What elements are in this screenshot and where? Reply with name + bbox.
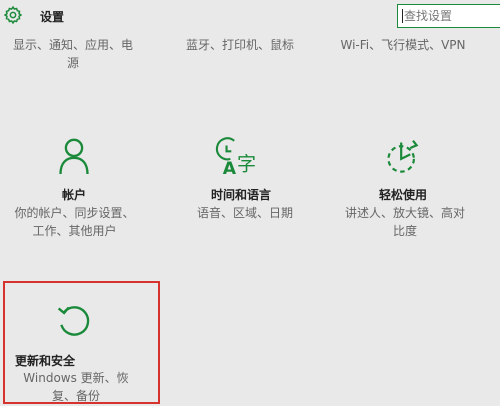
tile-ease-of-access-title: 轻松使用 [379,188,428,202]
person-icon [59,138,89,175]
tile-time-language-desc: 语音、区域、日期 [180,204,310,222]
svg-text:A: A [223,159,237,178]
text-cursor [402,9,403,23]
tile-update-security-desc-line1: Windows 更新、恢 [23,371,129,385]
tile-network-desc-line1: Wi-Fi、飞行模式、VPN [340,38,466,52]
tile-time-language-desc-line1: 语音、区域、日期 [196,206,293,220]
time-language-icon: A 字 [215,137,256,178]
tile-accounts-title: 帐户 [62,188,87,202]
page-title: 设置 [40,10,65,24]
tile-accounts[interactable]: 帐户 你的帐户、同步设置、 工作、其他用户 [0,130,160,240]
tile-system-desc-line2: 源 [66,56,79,70]
tile-devices-desc[interactable]: 蓝牙、打印机、鼠标 [180,36,300,54]
tile-time-language[interactable]: A 字 时间和语言 语音、区域、日期 [175,130,315,230]
tile-ease-of-access[interactable]: 轻松使用 讲述人、放大镜、高对 比度 [335,130,475,240]
tile-time-language-title: 时间和语言 [211,188,272,202]
tile-system-desc[interactable]: 显示、通知、应用、电 源 [8,36,138,72]
tile-ease-of-access-desc-line1: 讲述人、放大镜、高对 [344,206,465,220]
gear-icon [3,5,23,25]
search-input[interactable] [404,8,496,24]
tile-update-security[interactable]: 更新和安全 Windows 更新、恢 复、备份 [5,283,158,405]
search-box[interactable] [397,4,500,28]
tile-ease-of-access-desc: 讲述人、放大镜、高对 比度 [335,204,475,240]
tile-accounts-desc-line2: 工作、其他用户 [32,224,117,238]
tile-update-security-title: 更新和安全 [15,354,76,368]
tile-devices-desc-line1: 蓝牙、打印机、鼠标 [185,38,294,52]
title-bar: 设置 [0,0,500,34]
tile-system-desc-line1: 显示、通知、应用、电 [12,38,133,52]
update-icon [57,306,90,336]
svg-text:字: 字 [237,152,256,175]
tile-network-desc[interactable]: Wi-Fi、飞行模式、VPN [333,36,473,54]
tile-accounts-desc: 你的帐户、同步设置、 工作、其他用户 [7,204,142,240]
tile-update-security-desc-line2: 复、备份 [51,389,100,403]
tile-update-security-desc: Windows 更新、恢 复、备份 [11,369,141,405]
tile-accounts-desc-line1: 你的帐户、同步设置、 [14,206,135,220]
tile-ease-of-access-desc-line2: 比度 [392,224,417,238]
ease-of-access-icon [387,140,419,173]
